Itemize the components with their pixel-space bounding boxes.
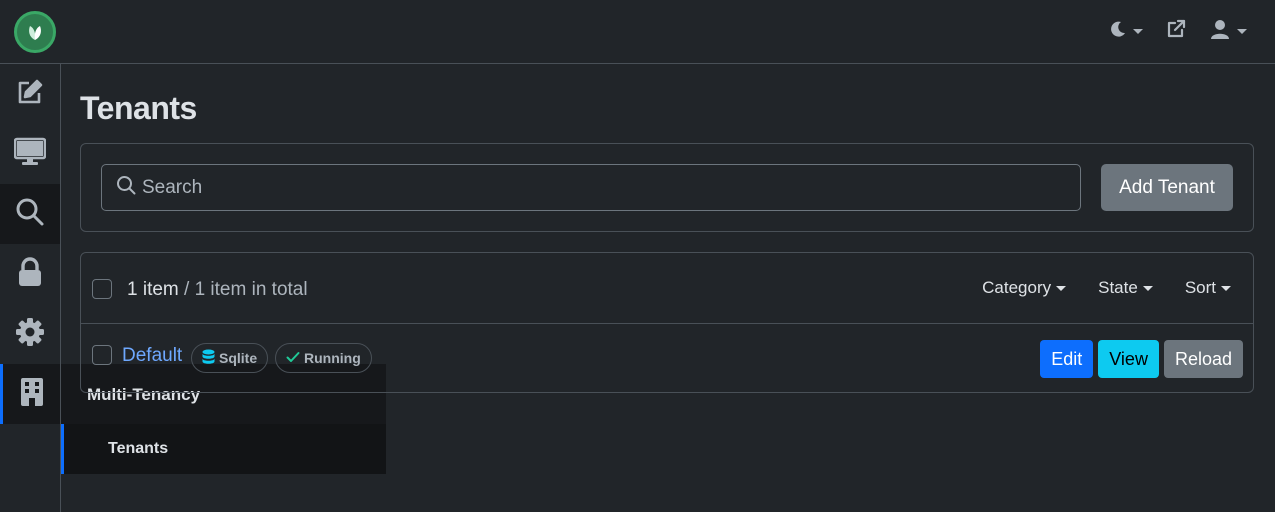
chevron-down-icon: [1056, 285, 1067, 291]
chevron-down-icon: [1237, 29, 1247, 34]
desktop-icon: [13, 137, 47, 172]
chevron-down-icon: [1142, 285, 1153, 291]
list-filters: Category State Sort: [982, 278, 1231, 298]
search-card: Add Tenant: [80, 143, 1254, 232]
flyout-item-label: Tenants: [108, 440, 169, 457]
lock-icon: [16, 256, 44, 292]
building-icon: [20, 377, 44, 412]
chevron-down-icon: [1221, 285, 1231, 291]
list-header: 1 item / 1 item in total Category State …: [81, 253, 1253, 324]
sort-label: Sort: [1184, 278, 1216, 297]
tenant-list: 1 item / 1 item in total Category State …: [80, 252, 1254, 393]
top-navbar: [0, 0, 1275, 64]
user-menu-button[interactable]: [1209, 18, 1247, 45]
gear-icon: [15, 317, 45, 352]
search-field[interactable]: [101, 164, 1081, 211]
search-input[interactable]: [142, 176, 1042, 199]
sidebar-item-edit[interactable]: [0, 64, 60, 124]
view-button[interactable]: View: [1098, 340, 1159, 378]
category-filter-label: Category: [982, 278, 1052, 297]
add-tenant-button[interactable]: Add Tenant: [1101, 164, 1233, 211]
flyout-item-tenants[interactable]: Tenants: [61, 424, 386, 474]
row-checkbox[interactable]: [92, 345, 112, 365]
user-icon: [1209, 18, 1231, 45]
tenant-name-link[interactable]: Default: [122, 345, 182, 367]
check-icon: [286, 350, 300, 366]
item-total-label: / 1 item in total: [178, 279, 308, 300]
select-all-checkbox[interactable]: [92, 279, 112, 299]
sidebar-item-search[interactable]: [0, 184, 60, 244]
row-actions: Edit View Reload: [1040, 340, 1243, 378]
sidebar-item-security[interactable]: [0, 244, 60, 304]
database-badge-label: Sqlite: [219, 350, 258, 366]
search-icon: [15, 197, 45, 232]
item-count-label: 1 item: [127, 279, 179, 300]
status-badge: Running: [275, 343, 372, 373]
category-filter-dropdown[interactable]: Category: [982, 278, 1067, 298]
page-title: Tenants: [80, 90, 197, 126]
chevron-down-icon: [1133, 29, 1143, 34]
database-badge: Sqlite: [191, 343, 269, 373]
edit-icon: [15, 77, 45, 112]
database-icon: [202, 349, 215, 368]
leaf-logo-icon[interactable]: [14, 11, 56, 53]
list-item: Default Sqlite Running Edit View Reload: [81, 325, 1253, 393]
state-filter-dropdown[interactable]: State: [1098, 278, 1153, 298]
item-count: 1 item / 1 item in total: [127, 279, 308, 301]
reload-button[interactable]: Reload: [1163, 340, 1243, 378]
status-badge-label: Running: [304, 350, 361, 366]
search-icon: [116, 175, 136, 200]
edit-button[interactable]: Edit: [1040, 340, 1094, 378]
external-link-button[interactable]: [1165, 18, 1187, 45]
moon-icon: [1109, 20, 1127, 43]
sidebar-item-desktop[interactable]: [0, 124, 60, 184]
theme-toggle-button[interactable]: [1109, 20, 1143, 43]
sidebar: [0, 64, 61, 512]
sort-dropdown[interactable]: Sort: [1185, 278, 1231, 298]
sidebar-item-settings[interactable]: [0, 304, 60, 364]
external-link-icon: [1165, 18, 1187, 45]
sidebar-item-multi-tenancy[interactable]: [0, 364, 60, 424]
state-filter-label: State: [1098, 278, 1138, 297]
